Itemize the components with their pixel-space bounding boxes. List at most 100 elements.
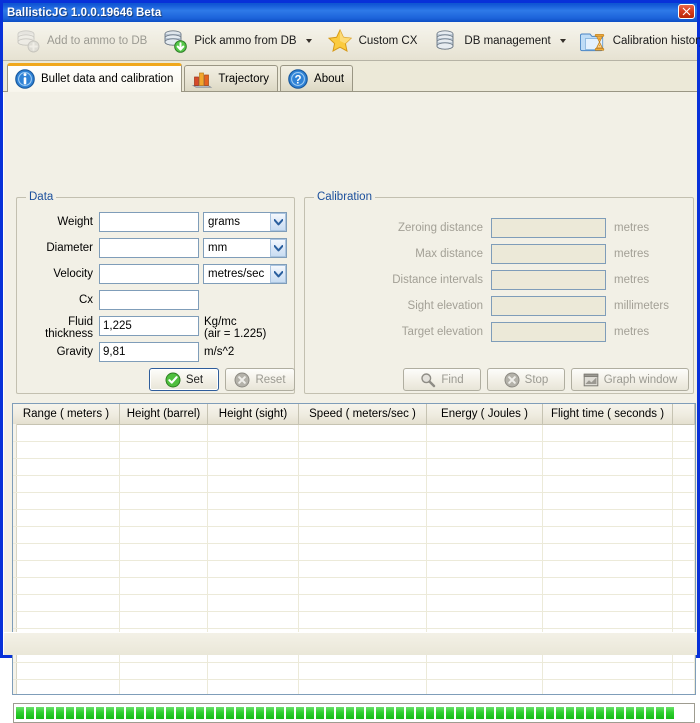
table-row[interactable] xyxy=(13,595,695,612)
toolbar-item-add-to-ammo-to-db[interactable]: Add to ammo to DB xyxy=(7,23,154,59)
reset-button[interactable]: Reset xyxy=(225,368,295,391)
table-row[interactable] xyxy=(13,680,695,694)
graph-window-button[interactable]: Graph window xyxy=(571,368,689,391)
table-row[interactable] xyxy=(13,476,695,493)
progress-segment xyxy=(506,707,514,719)
toolbar-item-pick-ammo-from-db[interactable]: Pick ammo from DB xyxy=(154,23,318,59)
progress-segment xyxy=(386,707,394,719)
progress-segment xyxy=(636,707,644,719)
table-column-header[interactable]: Height (sight) xyxy=(208,404,299,424)
progress-segment xyxy=(26,707,34,719)
table-cell xyxy=(13,425,120,442)
chevron-down-icon[interactable] xyxy=(270,239,286,257)
max-distance-input[interactable] xyxy=(491,244,606,264)
tab-about[interactable]: ? About xyxy=(280,65,354,91)
table-cell xyxy=(427,595,543,612)
table-column-header[interactable]: Range ( meters ) xyxy=(13,404,120,424)
table-cell xyxy=(13,476,120,493)
close-icon[interactable] xyxy=(678,4,695,19)
diameter-input[interactable] xyxy=(99,238,199,258)
cx-input[interactable] xyxy=(99,290,199,310)
table-row[interactable] xyxy=(13,425,695,442)
progress-segment xyxy=(516,707,524,719)
table-row[interactable] xyxy=(13,459,695,476)
progress-segment xyxy=(606,707,614,719)
table-cell xyxy=(120,425,208,442)
fluid-thickness-input[interactable] xyxy=(99,316,199,336)
table-row[interactable] xyxy=(13,527,695,544)
progress-segment xyxy=(356,707,364,719)
toolbar-item-db-management[interactable]: DB management xyxy=(424,23,572,59)
sight-elevation-input[interactable] xyxy=(491,296,606,316)
table-row[interactable] xyxy=(13,612,695,629)
toolbar-item-label: Calibration history xyxy=(612,35,700,47)
progress-segment xyxy=(626,707,634,719)
table-cell xyxy=(673,425,695,442)
progress-segment xyxy=(256,707,264,719)
table-cell xyxy=(427,663,543,680)
table-column-header[interactable]: Flight time ( seconds ) xyxy=(543,404,673,424)
diameter-unit-select[interactable]: mm xyxy=(203,238,287,258)
table-cell xyxy=(427,442,543,459)
target-elevation-input[interactable] xyxy=(491,322,606,342)
table-column-header[interactable]: Energy ( Joules ) xyxy=(427,404,543,424)
table-cell xyxy=(299,561,427,578)
table-cell xyxy=(543,578,673,595)
calibration-group-title: Calibration xyxy=(314,191,375,203)
weight-input[interactable] xyxy=(99,212,199,232)
table-cell xyxy=(673,544,695,561)
progress-segment xyxy=(236,707,244,719)
chevron-down-icon[interactable] xyxy=(270,213,286,231)
set-button[interactable]: Set xyxy=(149,368,219,391)
chevron-down-icon[interactable] xyxy=(559,39,566,43)
table-cell xyxy=(427,544,543,561)
table-row[interactable] xyxy=(13,578,695,595)
database-icon xyxy=(431,27,459,55)
progress-segment xyxy=(666,707,674,719)
table-row[interactable] xyxy=(13,663,695,680)
table-cell xyxy=(543,680,673,694)
table-row[interactable] xyxy=(13,442,695,459)
table-cell xyxy=(673,595,695,612)
tab-trajectory[interactable]: Trajectory xyxy=(184,65,279,91)
chevron-down-icon[interactable] xyxy=(305,39,312,43)
toolbar-item-custom-cx[interactable]: Custom CX xyxy=(319,23,425,59)
progress-segment xyxy=(446,707,454,719)
table-column-header[interactable] xyxy=(673,404,695,424)
check-circle-icon xyxy=(165,372,181,388)
set-button-label: Set xyxy=(185,373,204,386)
table-column-header[interactable]: Speed ( meters/sec ) xyxy=(299,404,427,424)
stop-button[interactable]: Stop xyxy=(487,368,565,391)
zeroing-distance-input[interactable] xyxy=(491,218,606,238)
progress-segment xyxy=(286,707,294,719)
database-download-icon xyxy=(161,27,189,55)
table-cell xyxy=(208,595,299,612)
progress-segment xyxy=(656,707,664,719)
table-row[interactable] xyxy=(13,510,695,527)
table-cell xyxy=(299,442,427,459)
table-row[interactable] xyxy=(13,544,695,561)
progress-segment xyxy=(586,707,594,719)
progress-segment xyxy=(146,707,154,719)
table-row[interactable] xyxy=(13,493,695,510)
zeroing-distance-unit: metres xyxy=(614,222,650,234)
tab-bullet-data-and-calibration[interactable]: Bullet data and calibration xyxy=(7,63,183,92)
table-cell xyxy=(208,663,299,680)
distance-intervals-input[interactable] xyxy=(491,270,606,290)
table-cell xyxy=(543,527,673,544)
gravity-input[interactable] xyxy=(99,342,199,362)
velocity-input[interactable] xyxy=(99,264,199,284)
star-icon xyxy=(326,27,354,55)
table-cell xyxy=(299,425,427,442)
table-row[interactable] xyxy=(13,561,695,578)
toolbar-item-calibration-history[interactable]: Calibration history xyxy=(573,23,700,59)
progress-segment xyxy=(276,707,284,719)
chevron-down-icon[interactable] xyxy=(270,265,286,283)
gravity-label: Gravity xyxy=(56,346,93,358)
table-column-header[interactable]: Height (barrel) xyxy=(120,404,208,424)
find-button[interactable]: Find xyxy=(403,368,481,391)
sight-elevation-label: Sight elevation xyxy=(407,300,483,312)
velocity-unit-select[interactable]: metres/sec xyxy=(203,264,287,284)
fluid-thickness-label: Fluid thickness xyxy=(45,316,93,340)
weight-unit-select[interactable]: grams xyxy=(203,212,287,232)
